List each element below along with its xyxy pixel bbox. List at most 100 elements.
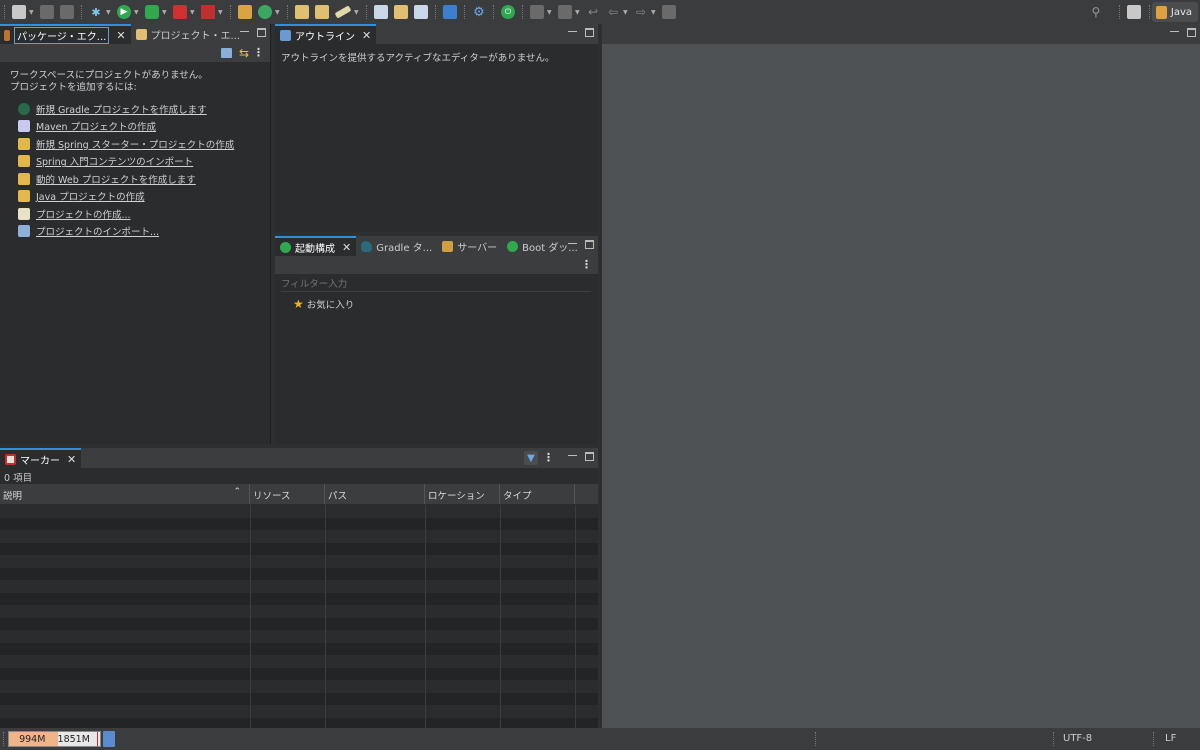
link-with-editor-icon[interactable]: ⇆ bbox=[239, 46, 249, 60]
maximize-icon[interactable] bbox=[585, 28, 594, 37]
view-menu-icon[interactable]: ⋮ bbox=[581, 258, 592, 271]
debug-icon[interactable]: ✱ bbox=[89, 5, 103, 19]
back-icon[interactable]: ⇦ bbox=[606, 5, 620, 19]
maximize-icon[interactable] bbox=[257, 28, 266, 37]
tab-markers[interactable]: マーカー ✕ bbox=[0, 448, 82, 468]
save-all-icon[interactable] bbox=[60, 5, 74, 19]
chevron-down-icon[interactable]: ▼ bbox=[275, 7, 281, 17]
link-label: 新規 Spring スターター・プロジェクトの作成 bbox=[36, 139, 235, 151]
chevron-down-icon[interactable]: ▼ bbox=[134, 7, 140, 17]
link-create-java-project[interactable]: Java プロジェクトの作成 bbox=[0, 188, 270, 206]
close-icon[interactable]: ✕ bbox=[342, 241, 351, 254]
chevron-down-icon[interactable]: ▼ bbox=[623, 7, 629, 17]
package-explorer-tabbar: パッケージ・エク... ✕ プロジェクト・エ... bbox=[0, 24, 270, 44]
open-type-hierarchy-icon[interactable] bbox=[374, 5, 388, 19]
table-row bbox=[0, 605, 598, 618]
minimize-icon[interactable] bbox=[568, 243, 577, 253]
view-controls bbox=[240, 28, 266, 41]
close-icon[interactable]: ✕ bbox=[362, 29, 371, 42]
maximize-icon[interactable] bbox=[585, 240, 594, 249]
chevron-down-icon[interactable]: ▼ bbox=[190, 7, 196, 17]
tab-launch-config[interactable]: 起動構成 ✕ bbox=[275, 236, 357, 256]
new-class-icon[interactable] bbox=[258, 5, 272, 19]
collapse-all-icon[interactable] bbox=[221, 48, 232, 58]
heap-status[interactable]: 994M 1851M bbox=[8, 731, 101, 747]
search-file-icon[interactable] bbox=[414, 5, 428, 19]
filter-input[interactable] bbox=[281, 277, 591, 292]
last-edit-icon[interactable]: ↩ bbox=[586, 5, 600, 19]
link-new-spring-starter[interactable]: 新規 Spring スターター・プロジェクトの作成 bbox=[0, 135, 270, 153]
workspace-links: 新規 Gradle プロジェクトを作成します Maven プロジェクトの作成 新… bbox=[0, 100, 270, 240]
chevron-down-icon[interactable]: ▼ bbox=[651, 7, 657, 17]
column-header-path[interactable]: パス bbox=[325, 484, 425, 504]
minimize-icon[interactable] bbox=[568, 455, 577, 465]
marker-count: 0 項目 bbox=[4, 473, 33, 484]
link-new-dynamic-web-project[interactable]: 動的 Web プロジェクトを作成します bbox=[0, 170, 270, 188]
search-icon[interactable]: ⚲ bbox=[1089, 5, 1103, 19]
spring-icon[interactable] bbox=[394, 5, 408, 19]
maximize-icon[interactable] bbox=[1187, 28, 1196, 37]
tab-servers[interactable]: サーバー bbox=[437, 236, 502, 256]
task-list-icon[interactable] bbox=[443, 5, 457, 19]
link-create-maven-project[interactable]: Maven プロジェクトの作成 bbox=[0, 118, 270, 136]
tab-outline[interactable]: アウトライン ✕ bbox=[275, 24, 377, 44]
project-explorer-icon bbox=[135, 28, 147, 40]
link-create-project[interactable]: プロジェクトの作成... bbox=[0, 205, 270, 223]
column-header-description[interactable]: 説明 ⌃ bbox=[0, 484, 250, 504]
chevron-down-icon[interactable]: ▼ bbox=[106, 7, 112, 17]
status-separator bbox=[1153, 732, 1154, 746]
launch-panel: 起動構成 ✕ Gradle タ... サーバー Boot ダッ... ⋮ ★ お… bbox=[275, 236, 598, 444]
save-icon[interactable] bbox=[40, 5, 54, 19]
close-icon[interactable]: ✕ bbox=[116, 29, 125, 42]
open-perspective-icon[interactable] bbox=[1126, 5, 1141, 19]
java-perspective-icon bbox=[1155, 5, 1167, 19]
filter-icon[interactable]: ▼ bbox=[524, 451, 538, 465]
new-project-icon bbox=[18, 207, 30, 220]
stop-icon[interactable] bbox=[173, 5, 187, 19]
tab-project-explorer[interactable]: プロジェクト・エ... bbox=[131, 24, 246, 44]
chevron-down-icon[interactable]: ▼ bbox=[354, 7, 360, 17]
new-icon[interactable] bbox=[12, 5, 26, 19]
open-task-icon[interactable] bbox=[315, 5, 329, 19]
minimize-icon[interactable] bbox=[568, 31, 577, 41]
line-ending-indicator[interactable]: LF bbox=[1165, 733, 1176, 744]
settings-gear-icon[interactable]: ⚙ bbox=[472, 5, 486, 20]
next-annotation-icon[interactable] bbox=[530, 5, 544, 19]
close-icon[interactable]: ✕ bbox=[67, 453, 76, 466]
toolbar-separator bbox=[522, 5, 523, 19]
chevron-down-icon[interactable]: ▼ bbox=[218, 7, 224, 17]
maximize-icon[interactable] bbox=[585, 452, 594, 461]
view-menu-icon[interactable]: ⋮ bbox=[543, 451, 554, 464]
chevron-down-icon[interactable]: ▼ bbox=[29, 7, 35, 17]
open-type-icon[interactable] bbox=[295, 5, 309, 19]
encoding-indicator[interactable]: UTF-8 bbox=[1063, 733, 1092, 744]
view-menu-icon[interactable]: ⋮ bbox=[253, 46, 264, 59]
chevron-down-icon[interactable]: ▼ bbox=[575, 7, 581, 17]
minimize-icon[interactable] bbox=[1170, 31, 1179, 41]
column-label: リソース bbox=[253, 491, 291, 502]
column-header-resource[interactable]: リソース bbox=[250, 484, 325, 504]
tab-package-explorer[interactable]: パッケージ・エク... ✕ bbox=[0, 24, 131, 44]
external-tools-icon[interactable] bbox=[201, 5, 215, 19]
link-import-project[interactable]: プロジェクトのインポート... bbox=[0, 223, 270, 241]
garbage-collect-icon[interactable] bbox=[103, 731, 115, 747]
run-coverage-icon[interactable] bbox=[145, 5, 159, 19]
link-import-spring-guides[interactable]: Spring 入門コンテンツのインポート bbox=[0, 153, 270, 171]
favorites-item[interactable]: ★ お気に入り bbox=[293, 297, 354, 311]
annotation-icon[interactable] bbox=[334, 5, 352, 19]
minimize-icon[interactable] bbox=[240, 31, 249, 41]
chevron-down-icon[interactable]: ▼ bbox=[547, 7, 553, 17]
column-header-location[interactable]: ロケーション bbox=[425, 484, 500, 504]
column-header-type[interactable]: タイプ bbox=[500, 484, 575, 504]
pin-editor-icon[interactable] bbox=[662, 5, 676, 19]
chevron-down-icon[interactable]: ▼ bbox=[162, 7, 168, 17]
perspective-java-button[interactable]: Java bbox=[1151, 2, 1198, 22]
maven-project-icon bbox=[18, 120, 30, 133]
run-icon[interactable]: ▶ bbox=[117, 5, 131, 19]
new-package-icon[interactable] bbox=[238, 5, 252, 19]
tab-gradle-tasks[interactable]: Gradle タ... bbox=[356, 236, 437, 256]
boot-dashboard-icon[interactable]: ⏻ bbox=[501, 5, 515, 19]
prev-annotation-icon[interactable] bbox=[558, 5, 572, 19]
forward-icon[interactable]: ⇨ bbox=[634, 5, 648, 19]
link-new-gradle-project[interactable]: 新規 Gradle プロジェクトを作成します bbox=[0, 100, 270, 118]
